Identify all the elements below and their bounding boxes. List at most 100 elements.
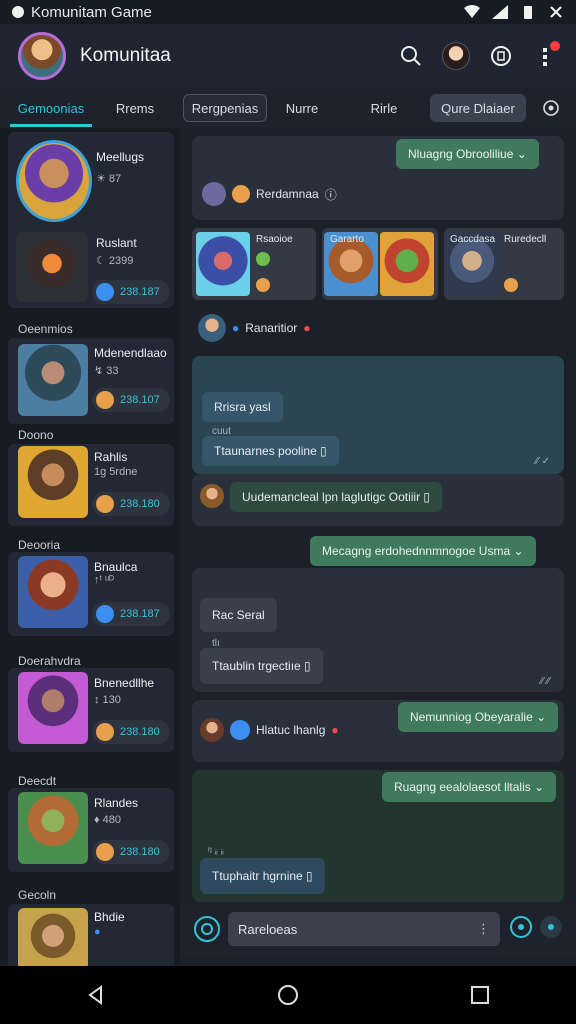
send-icon xyxy=(548,924,554,930)
coin-icon xyxy=(256,278,270,292)
list-item[interactable]: Mdenendlaao ↯ 33 238.107 xyxy=(8,338,174,424)
message-topic-pill[interactable]: Nemunniog Obeyaralie ⌄ xyxy=(398,702,559,732)
user-avatar[interactable] xyxy=(442,42,470,70)
section-label: Oeenmios xyxy=(18,322,73,336)
message-panel: Rac Seral tlı Ttaublin trgectiıe ▯ ⁄⁄ ⁄⁄ xyxy=(192,568,564,692)
game-tile[interactable]: Gararto xyxy=(322,228,438,300)
sidebar-card-meta: ↯ 33 xyxy=(94,365,119,377)
section-label: Doono xyxy=(18,428,54,442)
sidebar-card-meta: ☀ 87 xyxy=(96,173,122,185)
back-icon[interactable] xyxy=(85,984,107,1006)
chat-bubble[interactable]: Ttaublin trgectiıe ▯ xyxy=(200,648,323,684)
community-logo[interactable] xyxy=(18,32,66,80)
list-item[interactable]: Rlandes ♦ 480 238.180 xyxy=(8,788,174,872)
tab-bar: Gemoonias Rrems Rergpenias Nurre Rirle Q… xyxy=(0,88,576,128)
message-topic-pill[interactable]: Nluagng Obrooliliue ⌄ xyxy=(396,139,539,169)
tab-settings[interactable] xyxy=(538,94,564,122)
sidebar-card-meta: ↑ᵗ ᵘᴰ xyxy=(94,574,115,586)
notification-badge xyxy=(550,41,560,51)
small-text: ᵑ ᵢᵢ ᵢᵢ xyxy=(208,846,224,857)
send-button[interactable] xyxy=(540,916,562,938)
app-header: Komunitaa xyxy=(0,24,576,88)
tab-rirle[interactable]: Rirle xyxy=(364,94,404,122)
section-label: Doerahvdra xyxy=(18,654,81,668)
notifications-button[interactable] xyxy=(532,41,560,69)
tab-rrems[interactable]: Rrems xyxy=(110,94,160,122)
pill-text: Ruagng eealolaesot lltalis xyxy=(394,780,531,794)
score-pill: 238.180 xyxy=(92,840,170,864)
coin-icon xyxy=(96,723,114,741)
profile-menu-button[interactable] xyxy=(488,43,514,69)
list-item[interactable]: Rahlis 1g 5rdne 238.180 xyxy=(8,444,174,526)
tab-rergpenias[interactable]: Rergpenias xyxy=(183,94,267,122)
home-icon[interactable] xyxy=(277,984,299,1006)
sidebar-card-name: Bnaulca xyxy=(94,560,138,574)
pill-text: Nluagng Obrooliliue xyxy=(408,147,514,161)
more-icon[interactable]: ⋮ xyxy=(477,921,490,937)
profile-icon xyxy=(491,46,511,66)
chat-bubble[interactable]: Ttuphaitr hgrnine ▯ xyxy=(200,858,325,894)
battery-icon xyxy=(524,6,532,19)
close-icon[interactable] xyxy=(548,5,564,19)
score-value: 238.107 xyxy=(120,394,160,406)
chat-bubble[interactable]: Uudemancleal lpn laglutigc Ootiiir ▯ xyxy=(230,482,443,512)
list-item[interactable]: Bnaulca ↑ᵗ ᵘᴰ 238.187 xyxy=(8,552,174,636)
tile-name: Rsaoioe xyxy=(256,234,293,245)
settings-icon xyxy=(543,100,559,116)
notification-dot-icon xyxy=(12,6,24,18)
sidebar-card-meta: ☾ 2399 xyxy=(96,255,134,267)
recents-icon[interactable] xyxy=(469,984,491,1006)
tile-thumbnail xyxy=(380,232,434,296)
coin-icon xyxy=(96,605,114,623)
tab-gemoonias[interactable]: Gemoonias xyxy=(10,94,92,127)
sidebar-card-name: Rahlis xyxy=(94,450,128,464)
header-title: Komunitaa xyxy=(80,45,171,66)
list-item[interactable]: Bhdie ● xyxy=(8,904,174,966)
emoji-icon xyxy=(201,923,213,935)
score-pill: 238.180 xyxy=(92,492,170,516)
tab-qure-dlaiaer[interactable]: Qure Dlaiaer xyxy=(430,94,526,122)
chat-bubble[interactable]: Rac Seral xyxy=(200,598,277,632)
chat-bubble[interactable]: Ttaunarnes pooline ▯ xyxy=(202,436,339,466)
message-row: Rerdamnaa ⓘ xyxy=(202,182,337,206)
message-topic-pill[interactable]: Ruagng eealolaesot lltalis ⌄ xyxy=(382,772,557,802)
score-pill: 238.187 xyxy=(92,280,170,304)
verified-icon xyxy=(230,720,250,740)
featured-card[interactable]: Meellugs ☀ 87 Ruslant ☾ 2399 238.187 xyxy=(8,132,174,308)
alert-icon: ● xyxy=(331,723,339,737)
sidebar-card-meta: ♦ 480 xyxy=(94,814,122,826)
search-button[interactable] xyxy=(398,43,424,69)
list-item[interactable]: Bnenedllhe ↕ 130 238.180 xyxy=(8,668,174,752)
sidebar-card-name: Meellugs xyxy=(96,150,145,164)
message-input-value: Rareloeas xyxy=(238,921,298,937)
message-topic-pill[interactable]: Mecagng erdohednnmnogoe Usma ⌄ xyxy=(310,536,536,566)
score-pill: 238.180 xyxy=(92,720,170,744)
emoji-button[interactable] xyxy=(194,916,220,942)
card-thumbnail xyxy=(18,344,88,416)
message-input-row: Rareloeas ⋮ xyxy=(180,904,576,956)
score-value: 238.180 xyxy=(120,498,160,510)
sidebar-card-name: Bhdie xyxy=(94,910,125,924)
pill-text: Mecagng erdohednnmnogoe Usma xyxy=(322,544,511,558)
message-input[interactable]: Rareloeas ⋮ xyxy=(228,912,500,946)
status-icon xyxy=(256,252,270,266)
score-value: 238.187 xyxy=(120,608,160,620)
sidebar-card-meta: ● xyxy=(94,926,101,938)
coin-icon xyxy=(96,495,114,513)
tab-nurre[interactable]: Nurre xyxy=(280,94,324,122)
message-panel: Rrisra yasl cuut Ttaunarnes pooline ▯ ⁄⁄… xyxy=(192,356,564,474)
score-value: 238.180 xyxy=(120,726,160,738)
score-pill: 238.107 xyxy=(92,388,170,412)
sidebar-card-name: Rlandes xyxy=(94,796,139,810)
sidebar-card-name: Ruslant xyxy=(96,236,137,250)
system-nav-bar xyxy=(0,966,576,1024)
game-tile[interactable]: Rsaoioe xyxy=(192,228,316,300)
voice-button[interactable] xyxy=(510,916,532,938)
coin-icon xyxy=(232,185,250,203)
game-tile[interactable]: Gaccdasa Ruredecll xyxy=(444,228,564,300)
message-row: Hlatuc lhanlg ● xyxy=(200,718,339,742)
score-value: 238.187 xyxy=(120,286,160,298)
tile-thumbnail xyxy=(196,232,250,296)
tile-name: Gaccdasa xyxy=(450,234,496,245)
chat-bubble[interactable]: Rrisra yasl xyxy=(202,392,283,422)
